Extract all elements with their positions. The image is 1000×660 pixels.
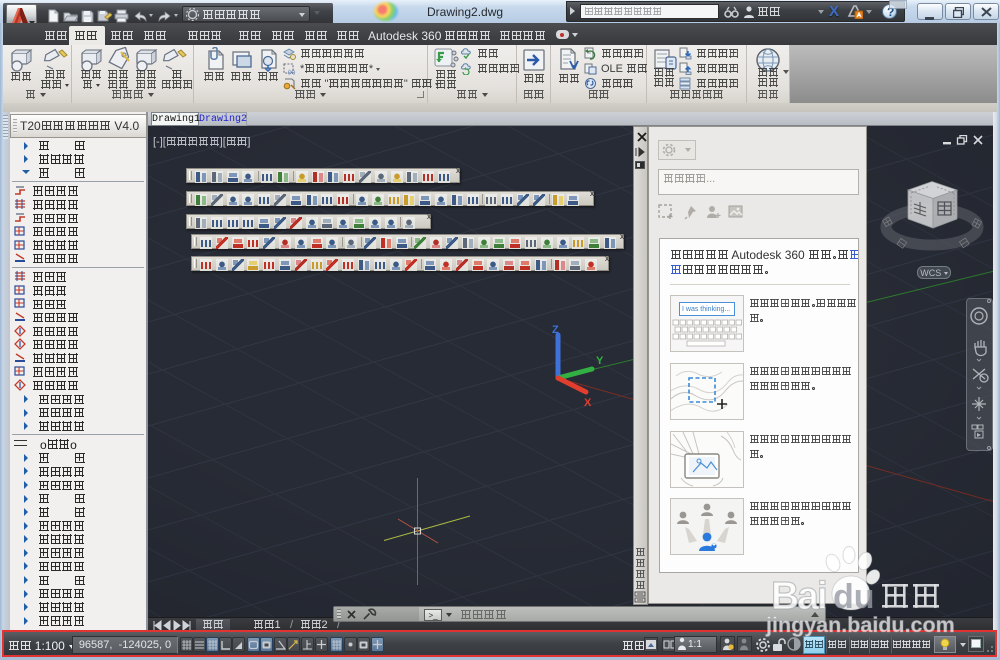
svg-text:(x): (x) <box>288 70 295 75</box>
